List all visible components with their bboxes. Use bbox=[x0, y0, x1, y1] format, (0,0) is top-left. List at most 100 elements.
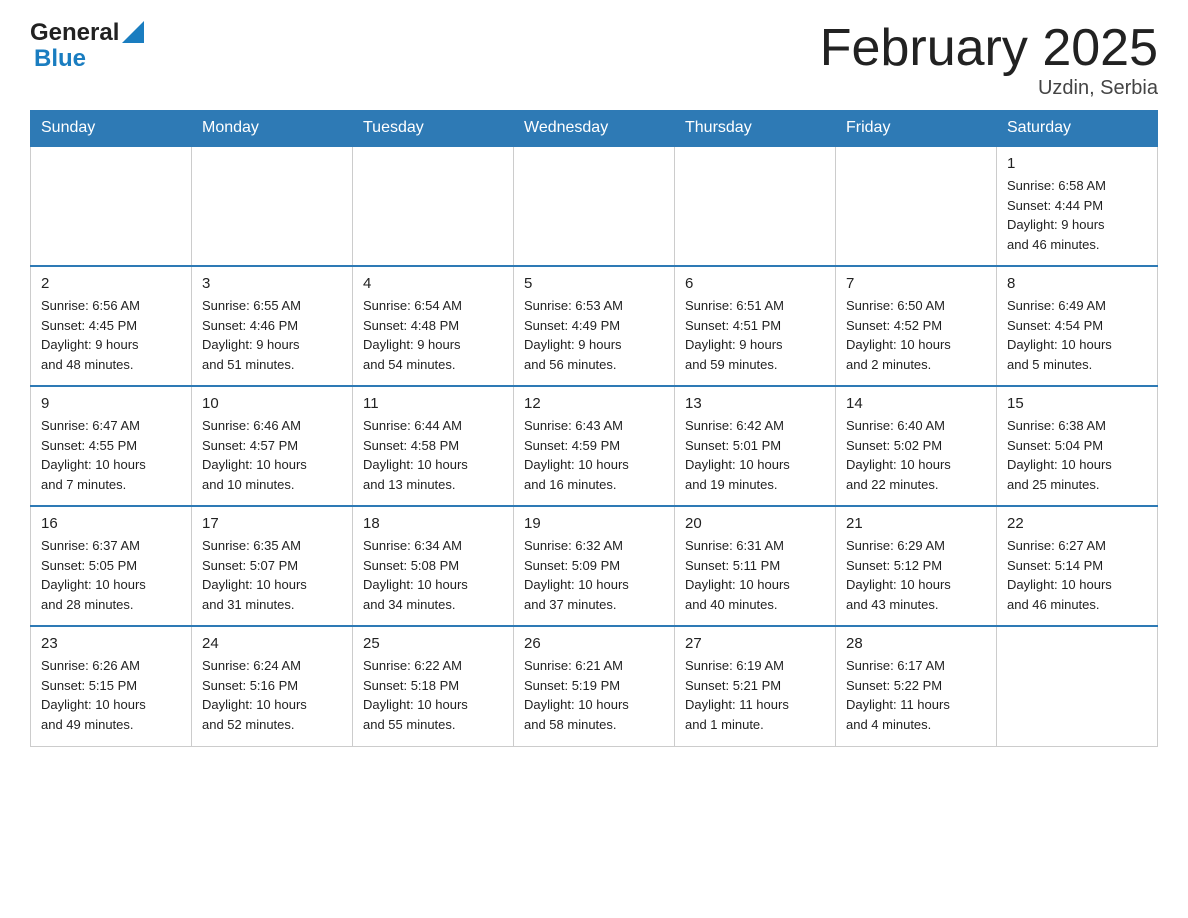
day-info: Sunrise: 6:55 AMSunset: 4:46 PMDaylight:… bbox=[202, 296, 342, 374]
day-number: 27 bbox=[685, 635, 825, 652]
calendar-cell: 9 Sunrise: 6:47 AMSunset: 4:55 PMDaylight… bbox=[31, 386, 192, 506]
day-number: 24 bbox=[202, 635, 342, 652]
day-number: 16 bbox=[41, 515, 181, 532]
calendar-cell: 20 Sunrise: 6:31 AMSunset: 5:11 PMDayligh… bbox=[675, 506, 836, 626]
weekday-header-sunday: Sunday bbox=[31, 111, 192, 147]
calendar-cell bbox=[836, 146, 997, 266]
day-info: Sunrise: 6:56 AMSunset: 4:45 PMDaylight:… bbox=[41, 296, 181, 374]
calendar-cell: 11 Sunrise: 6:44 AMSunset: 4:58 PMDayligh… bbox=[353, 386, 514, 506]
calendar-cell: 27 Sunrise: 6:19 AMSunset: 5:21 PMDayligh… bbox=[675, 626, 836, 746]
title-area: February 2025 Uzdin, Serbia bbox=[820, 20, 1158, 100]
day-number: 12 bbox=[524, 395, 664, 412]
day-info: Sunrise: 6:51 AMSunset: 4:51 PMDaylight:… bbox=[685, 296, 825, 374]
day-info: Sunrise: 6:47 AMSunset: 4:55 PMDaylight:… bbox=[41, 416, 181, 494]
calendar-cell: 23 Sunrise: 6:26 AMSunset: 5:15 PMDayligh… bbox=[31, 626, 192, 746]
logo-blue-text: Blue bbox=[34, 46, 144, 72]
day-number: 10 bbox=[202, 395, 342, 412]
day-number: 23 bbox=[41, 635, 181, 652]
calendar-cell: 14 Sunrise: 6:40 AMSunset: 5:02 PMDayligh… bbox=[836, 386, 997, 506]
calendar-cell bbox=[353, 146, 514, 266]
calendar-cell: 18 Sunrise: 6:34 AMSunset: 5:08 PMDayligh… bbox=[353, 506, 514, 626]
calendar-cell: 3 Sunrise: 6:55 AMSunset: 4:46 PMDaylight… bbox=[192, 266, 353, 386]
calendar-cell bbox=[192, 146, 353, 266]
calendar-cell: 24 Sunrise: 6:24 AMSunset: 5:16 PMDayligh… bbox=[192, 626, 353, 746]
day-info: Sunrise: 6:42 AMSunset: 5:01 PMDaylight:… bbox=[685, 416, 825, 494]
day-info: Sunrise: 6:34 AMSunset: 5:08 PMDaylight:… bbox=[363, 536, 503, 614]
day-number: 11 bbox=[363, 395, 503, 412]
day-number: 14 bbox=[846, 395, 986, 412]
day-info: Sunrise: 6:49 AMSunset: 4:54 PMDaylight:… bbox=[1007, 296, 1147, 374]
day-number: 28 bbox=[846, 635, 986, 652]
calendar-cell: 5 Sunrise: 6:53 AMSunset: 4:49 PMDaylight… bbox=[514, 266, 675, 386]
week-row-4: 16 Sunrise: 6:37 AMSunset: 5:05 PMDayligh… bbox=[31, 506, 1158, 626]
calendar-cell: 12Sunrise: 6:43 AMSunset: 4:59 PMDayligh… bbox=[514, 386, 675, 506]
day-info: Sunrise: 6:21 AMSunset: 5:19 PMDaylight:… bbox=[524, 656, 664, 734]
calendar-cell: 26Sunrise: 6:21 AMSunset: 5:19 PMDayligh… bbox=[514, 626, 675, 746]
day-info: Sunrise: 6:19 AMSunset: 5:21 PMDaylight:… bbox=[685, 656, 825, 734]
calendar-cell: 16 Sunrise: 6:37 AMSunset: 5:05 PMDayligh… bbox=[31, 506, 192, 626]
day-info: Sunrise: 6:24 AMSunset: 5:16 PMDaylight:… bbox=[202, 656, 342, 734]
week-row-5: 23 Sunrise: 6:26 AMSunset: 5:15 PMDayligh… bbox=[31, 626, 1158, 746]
day-info: Sunrise: 6:44 AMSunset: 4:58 PMDaylight:… bbox=[363, 416, 503, 494]
day-number: 3 bbox=[202, 275, 342, 292]
day-info: Sunrise: 6:53 AMSunset: 4:49 PMDaylight:… bbox=[524, 296, 664, 374]
calendar-cell: 8Sunrise: 6:49 AMSunset: 4:54 PMDaylight… bbox=[997, 266, 1158, 386]
day-number: 6 bbox=[685, 275, 825, 292]
calendar-cell: 25 Sunrise: 6:22 AMSunset: 5:18 PMDayligh… bbox=[353, 626, 514, 746]
day-number: 20 bbox=[685, 515, 825, 532]
day-number: 19 bbox=[524, 515, 664, 532]
calendar-cell: 22 Sunrise: 6:27 AMSunset: 5:14 PMDayligh… bbox=[997, 506, 1158, 626]
day-number: 22 bbox=[1007, 515, 1147, 532]
calendar-cell: 10 Sunrise: 6:46 AMSunset: 4:57 PMDayligh… bbox=[192, 386, 353, 506]
day-info: Sunrise: 6:38 AMSunset: 5:04 PMDaylight:… bbox=[1007, 416, 1147, 494]
day-number: 25 bbox=[363, 635, 503, 652]
week-row-2: 2Sunrise: 6:56 AMSunset: 4:45 PMDaylight… bbox=[31, 266, 1158, 386]
day-number: 17 bbox=[202, 515, 342, 532]
calendar-cell: 21 Sunrise: 6:29 AMSunset: 5:12 PMDayligh… bbox=[836, 506, 997, 626]
day-number: 7 bbox=[846, 275, 986, 292]
day-number: 9 bbox=[41, 395, 181, 412]
calendar-cell: 6 Sunrise: 6:51 AMSunset: 4:51 PMDaylight… bbox=[675, 266, 836, 386]
day-info: Sunrise: 6:40 AMSunset: 5:02 PMDaylight:… bbox=[846, 416, 986, 494]
logo-general-text: General bbox=[30, 20, 119, 46]
calendar-cell bbox=[675, 146, 836, 266]
calendar-table: SundayMondayTuesdayWednesdayThursdayFrid… bbox=[30, 110, 1158, 747]
day-info: Sunrise: 6:29 AMSunset: 5:12 PMDaylight:… bbox=[846, 536, 986, 614]
calendar-cell: 1 Sunrise: 6:58 AMSunset: 4:44 PMDaylight… bbox=[997, 146, 1158, 266]
calendar-cell: 17Sunrise: 6:35 AMSunset: 5:07 PMDayligh… bbox=[192, 506, 353, 626]
weekday-header-friday: Friday bbox=[836, 111, 997, 147]
day-info: Sunrise: 6:31 AMSunset: 5:11 PMDaylight:… bbox=[685, 536, 825, 614]
week-row-1: 1 Sunrise: 6:58 AMSunset: 4:44 PMDaylight… bbox=[31, 146, 1158, 266]
day-info: Sunrise: 6:46 AMSunset: 4:57 PMDaylight:… bbox=[202, 416, 342, 494]
day-number: 4 bbox=[363, 275, 503, 292]
day-number: 13 bbox=[685, 395, 825, 412]
day-info: Sunrise: 6:32 AMSunset: 5:09 PMDaylight:… bbox=[524, 536, 664, 614]
location: Uzdin, Serbia bbox=[820, 77, 1158, 100]
day-number: 1 bbox=[1007, 155, 1147, 172]
day-info: Sunrise: 6:50 AMSunset: 4:52 PMDaylight:… bbox=[846, 296, 986, 374]
day-number: 21 bbox=[846, 515, 986, 532]
calendar-cell: 7 Sunrise: 6:50 AMSunset: 4:52 PMDaylight… bbox=[836, 266, 997, 386]
day-number: 18 bbox=[363, 515, 503, 532]
day-info: Sunrise: 6:22 AMSunset: 5:18 PMDaylight:… bbox=[363, 656, 503, 734]
day-info: Sunrise: 6:27 AMSunset: 5:14 PMDaylight:… bbox=[1007, 536, 1147, 614]
day-number: 15 bbox=[1007, 395, 1147, 412]
logo-triangle-icon bbox=[122, 21, 144, 43]
weekday-header-saturday: Saturday bbox=[997, 111, 1158, 147]
day-info: Sunrise: 6:54 AMSunset: 4:48 PMDaylight:… bbox=[363, 296, 503, 374]
calendar-cell bbox=[997, 626, 1158, 746]
calendar-cell: 19 Sunrise: 6:32 AMSunset: 5:09 PMDayligh… bbox=[514, 506, 675, 626]
day-info: Sunrise: 6:58 AMSunset: 4:44 PMDaylight:… bbox=[1007, 176, 1147, 254]
logo: General Blue bbox=[30, 20, 144, 73]
day-number: 5 bbox=[524, 275, 664, 292]
page-header: General Blue February 2025 Uzdin, Serbia bbox=[30, 20, 1158, 100]
calendar-cell bbox=[514, 146, 675, 266]
weekday-header-tuesday: Tuesday bbox=[353, 111, 514, 147]
calendar-cell bbox=[31, 146, 192, 266]
day-info: Sunrise: 6:37 AMSunset: 5:05 PMDaylight:… bbox=[41, 536, 181, 614]
weekday-header-monday: Monday bbox=[192, 111, 353, 147]
calendar-cell: 2Sunrise: 6:56 AMSunset: 4:45 PMDaylight… bbox=[31, 266, 192, 386]
weekday-header-row: SundayMondayTuesdayWednesdayThursdayFrid… bbox=[31, 111, 1158, 147]
calendar-cell: 15 Sunrise: 6:38 AMSunset: 5:04 PMDayligh… bbox=[997, 386, 1158, 506]
day-info: Sunrise: 6:26 AMSunset: 5:15 PMDaylight:… bbox=[41, 656, 181, 734]
